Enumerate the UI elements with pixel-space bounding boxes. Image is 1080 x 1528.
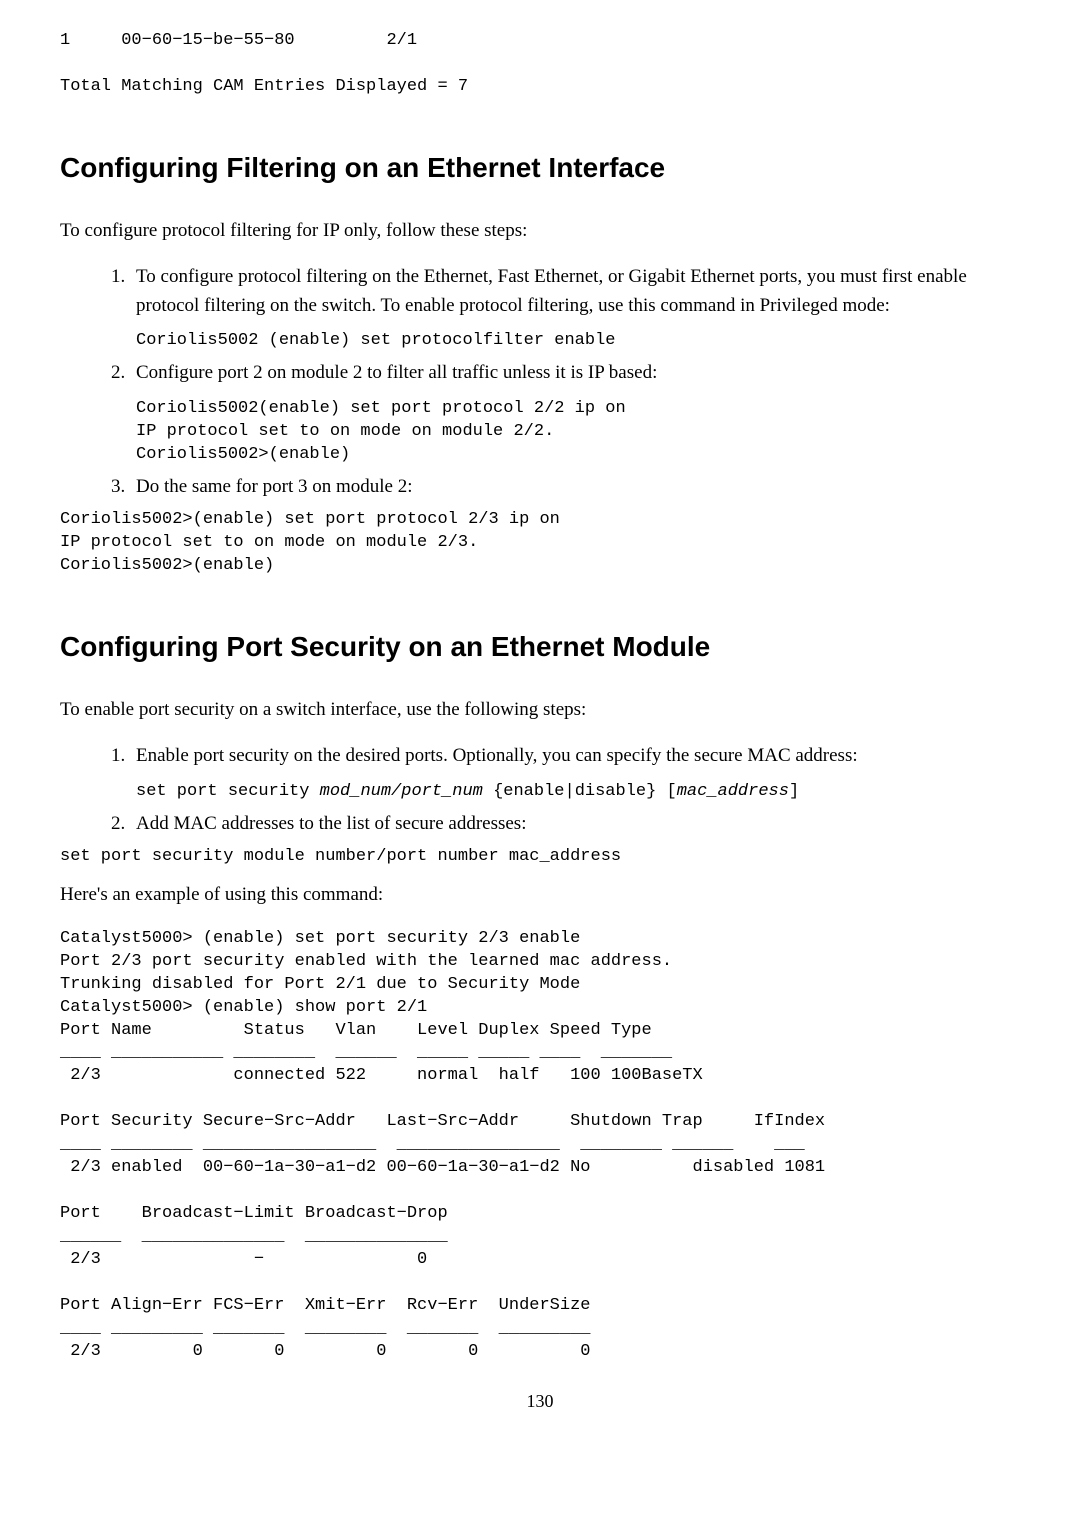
top-code-block: 1 00−60−15−be−55−80 2/1 Total Matching C… xyxy=(60,30,1020,99)
section2-example-code: Catalyst5000> (enable) set port security… xyxy=(60,928,1020,1364)
section2-step1-code: set port security mod_num/port_num {enab… xyxy=(136,781,1020,804)
section1-intro: To configure protocol filtering for IP o… xyxy=(60,217,1020,246)
section2-step2-text: Add MAC addresses to the list of secure … xyxy=(136,813,526,834)
section2-example-intro: Here's an example of using this command: xyxy=(60,881,1020,910)
section2-steps: Enable port security on the desired port… xyxy=(60,742,1020,838)
section1-step2: Configure port 2 on module 2 to filter a… xyxy=(130,359,1020,466)
section2-intro: To enable port security on a switch inte… xyxy=(60,696,1020,725)
section1-step1-code: Coriolis5002 (enable) set protocolfilter… xyxy=(136,330,1020,353)
section1-step2-text: Configure port 2 on module 2 to filter a… xyxy=(136,362,657,383)
section1-step2-code: Coriolis5002(enable) set port protocol 2… xyxy=(136,398,1020,467)
section2-step1: Enable port security on the desired port… xyxy=(130,742,1020,803)
section1-bottom-code: Coriolis5002>(enable) set port protocol … xyxy=(60,509,1020,578)
section2-after-list-code: set port security module number/port num… xyxy=(60,846,1020,869)
code-middle: {enable|disable} [ xyxy=(483,782,677,801)
code-italic2: mac_address xyxy=(677,782,789,801)
section2-step1-text: Enable port security on the desired port… xyxy=(136,745,858,766)
section1-step3-text: Do the same for port 3 on module 2: xyxy=(136,476,413,497)
page-number: 130 xyxy=(60,1388,1020,1415)
code-suffix: ] xyxy=(789,782,799,801)
section1-step3: Do the same for port 3 on module 2: xyxy=(130,473,1020,502)
section1-step1-text: To configure protocol filtering on the E… xyxy=(136,266,967,316)
section1-heading: Configuring Filtering on an Ethernet Int… xyxy=(60,147,1020,189)
section2-heading: Configuring Port Security on an Ethernet… xyxy=(60,626,1020,668)
section1-step1: To configure protocol filtering on the E… xyxy=(130,263,1020,353)
code-italic1: mod_num/port_num xyxy=(320,782,483,801)
section2-step2: Add MAC addresses to the list of secure … xyxy=(130,810,1020,839)
section1-steps: To configure protocol filtering on the E… xyxy=(60,263,1020,501)
code-prefix: set port security xyxy=(136,782,320,801)
